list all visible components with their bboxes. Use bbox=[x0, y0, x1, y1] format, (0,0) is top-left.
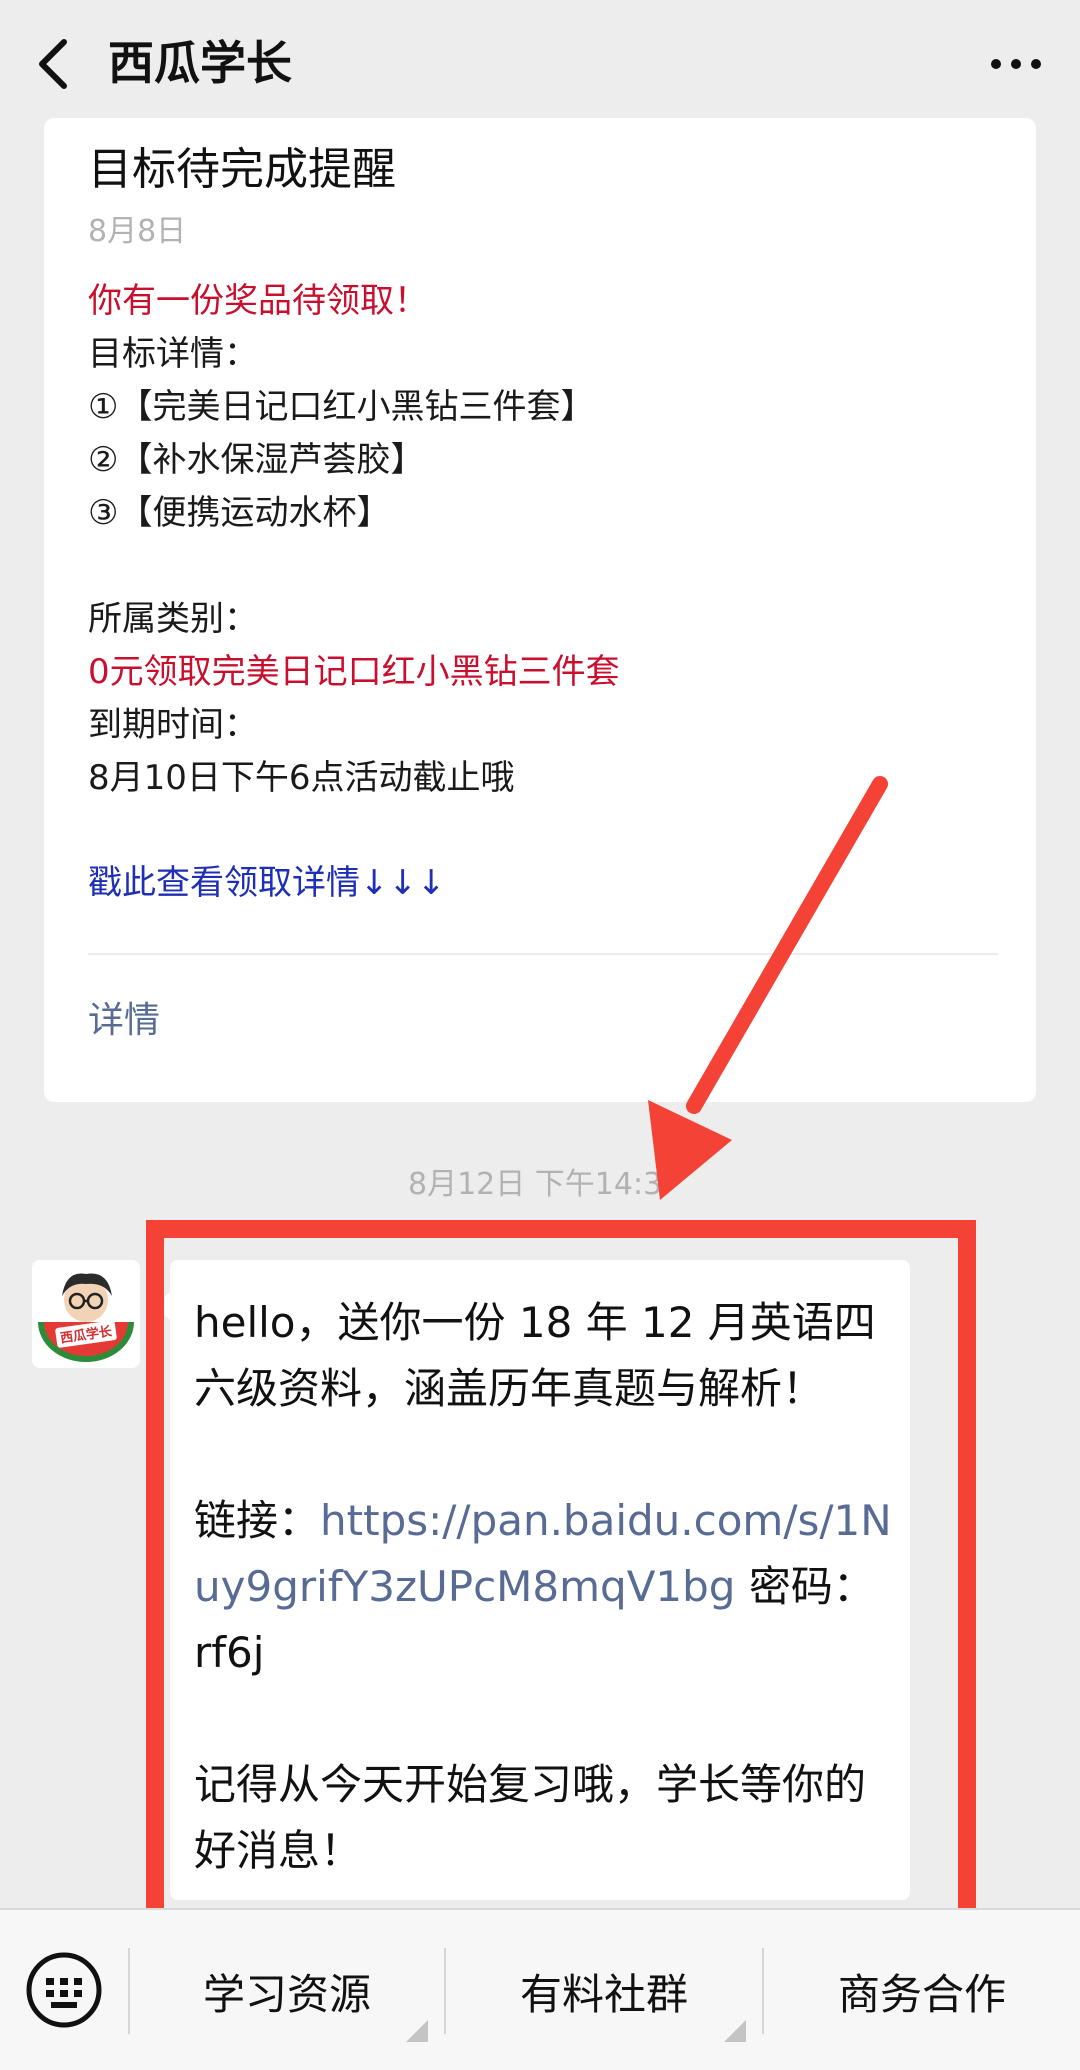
card-title: 目标待完成提醒 bbox=[88, 144, 396, 195]
category-value: 0元领取完美日记口红小黑钻三件套 bbox=[88, 652, 620, 692]
menu-item-community[interactable]: 有料社群 bbox=[446, 1910, 762, 2070]
goal-details-label: 目标详情： bbox=[88, 334, 258, 374]
goal-item: ②【补水保湿芦荟胶】 bbox=[88, 440, 425, 480]
category-label: 所属类别： bbox=[88, 599, 258, 639]
message-intro: hello，送你一份 18 年 12 月英语四六级资料，涵盖历年真题与解析！ bbox=[194, 1298, 876, 1413]
menu-item-label: 商务合作 bbox=[837, 1969, 1006, 2019]
more-options-icon[interactable] bbox=[988, 44, 1044, 84]
back-arrow-icon[interactable] bbox=[30, 32, 80, 96]
sender-avatar[interactable]: 西瓜学长 bbox=[32, 1260, 140, 1368]
menu-item-label: 有料社群 bbox=[519, 1969, 688, 2019]
card-date: 8月8日 bbox=[88, 214, 187, 249]
link-label: 链接： bbox=[194, 1496, 321, 1545]
chat-screen: 西瓜学长 目标待完成提醒 8月8日 你有一份奖品待领取！ 目标详情： ①【完美日… bbox=[0, 0, 1080, 2070]
submenu-indicator-icon bbox=[724, 2020, 746, 2042]
goal-item: ①【完美日记口红小黑钻三件套】 bbox=[88, 387, 595, 427]
menu-item-label: 学习资源 bbox=[202, 1969, 371, 2019]
message-bubble[interactable]: hello，送你一份 18 年 12 月英语四六级资料，涵盖历年真题与解析！ 链… bbox=[170, 1260, 910, 1900]
goal-item: ③【便携运动水杯】 bbox=[88, 493, 391, 533]
message-text: hello，送你一份 18 年 12 月英语四六级资料，涵盖历年真题与解析！ 链… bbox=[194, 1290, 894, 1884]
view-details-link[interactable]: 戳此查看领取详情↓↓↓ bbox=[88, 858, 445, 908]
menu-item-study-resources[interactable]: 学习资源 bbox=[130, 1910, 444, 2070]
menu-item-business[interactable]: 商务合作 bbox=[764, 1910, 1080, 2070]
message-link-line: 链接：https://pan.baidu.com/s/1Nuy9grifY3zU… bbox=[194, 1488, 894, 1686]
submenu-indicator-icon bbox=[406, 2020, 428, 2042]
detail-link[interactable]: 详情 bbox=[88, 996, 160, 1046]
reminder-card[interactable]: 目标待完成提醒 8月8日 你有一份奖品待领取！ 目标详情： ①【完美日记口红小黑… bbox=[44, 118, 1036, 1102]
card-divider bbox=[88, 953, 998, 955]
chat-title: 西瓜学长 bbox=[108, 36, 292, 90]
message-closing: 记得从今天开始复习哦，学长等你的好消息！ bbox=[194, 1760, 867, 1875]
due-label: 到期时间： bbox=[88, 705, 258, 745]
bottom-menu-bar: 学习资源 有料社群 商务合作 bbox=[0, 1908, 1080, 2070]
message-timestamp: 8月12日 下午14:3 bbox=[408, 1167, 663, 1202]
keyboard-icon[interactable] bbox=[24, 1950, 104, 2030]
prize-line: 你有一份奖品待领取！ bbox=[88, 281, 428, 321]
chat-header: 西瓜学长 bbox=[0, 0, 1080, 128]
bubble-pointer bbox=[154, 1292, 170, 1320]
due-value: 8月10日下午6点活动截止哦 bbox=[88, 758, 515, 798]
watermelon-mascot-icon: 西瓜学长 bbox=[32, 1260, 140, 1368]
